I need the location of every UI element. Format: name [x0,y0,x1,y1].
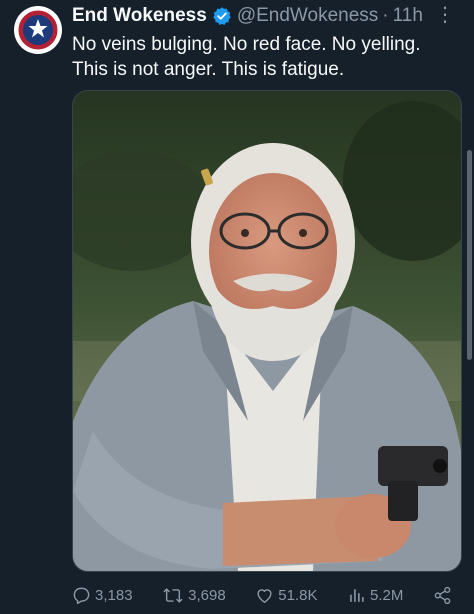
patch-logo-icon [15,7,61,53]
like-count: 51.8K [278,586,318,604]
share-icon [434,586,451,604]
verified-badge-icon [212,6,232,26]
like-button[interactable]: 51.8K [255,586,317,605]
more-options-icon[interactable]: ⋮ [435,2,456,27]
tweet-photo[interactable] [72,90,462,572]
views-button[interactable]: 5.2M [347,586,403,605]
share-button[interactable] [433,586,452,605]
reply-icon [73,587,90,604]
reply-count: 3,183 [95,586,133,604]
tweet-text-line: No veins bulging. No red face. No yellin… [72,34,421,55]
heart-icon [257,588,272,603]
photo-illustration [73,91,461,571]
tweet-timestamp[interactable]: 11h [393,5,423,27]
tweet-text: No veins bulging. No red face. No yellin… [72,32,462,82]
author-handle[interactable]: @EndWokeness [237,5,378,27]
author-display-name[interactable]: End Wokeness [72,5,207,27]
tweet-header: End Wokeness @EndWokeness · 11h ⋮ [72,4,464,28]
view-count: 5.2M [370,586,404,604]
scrollbar[interactable] [467,150,472,360]
tweet-actions: 3,183 3,698 51.8K 5.2M [72,584,452,606]
repost-button[interactable]: 3,698 [162,586,226,605]
reply-button[interactable]: 3,183 [72,586,133,605]
author-avatar[interactable] [14,6,62,54]
separator-dot: · [382,5,389,26]
repost-count: 3,698 [188,586,226,604]
views-bar-chart-icon [350,588,364,602]
tweet-text-line: This is not anger. This is fatigue. [72,59,345,80]
repost-icon [163,587,183,603]
